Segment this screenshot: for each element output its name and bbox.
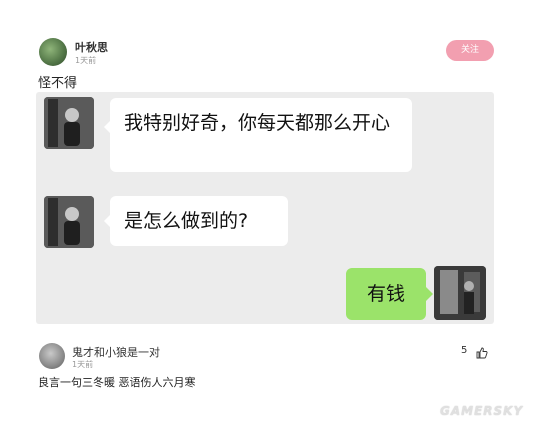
chat-bubble-received: 我特别好奇，你每天都那么开心 [110, 98, 412, 172]
commenter-avatar[interactable] [39, 343, 65, 369]
bubble-tail [104, 214, 111, 228]
post-timestamp: 1天前 [75, 56, 97, 65]
watermark: GAMERSKY [440, 404, 524, 418]
chat-bubble-sent: 有钱 [346, 268, 426, 320]
comment-timestamp: 1天前 [72, 360, 94, 369]
chat-bubble-received: 是怎么做到的? [110, 196, 288, 246]
post-text: 怪不得 [38, 76, 78, 91]
post-username[interactable]: 叶秋思 [75, 39, 108, 55]
thumbs-up-icon[interactable] [476, 344, 488, 359]
bubble-tail [426, 287, 433, 301]
chat-avatar [44, 196, 94, 248]
chat-avatar [44, 97, 94, 149]
follow-button[interactable]: 关注 [446, 40, 494, 61]
comment-username[interactable]: 鬼才和小狼是一对 [72, 344, 160, 360]
bubble-tail [104, 120, 111, 134]
chat-avatar [434, 266, 486, 320]
like-count: 5 [461, 345, 468, 356]
user-avatar[interactable] [39, 38, 67, 66]
comment-text: 良言一句三冬暖 恶语伤人六月寒 [38, 376, 196, 389]
